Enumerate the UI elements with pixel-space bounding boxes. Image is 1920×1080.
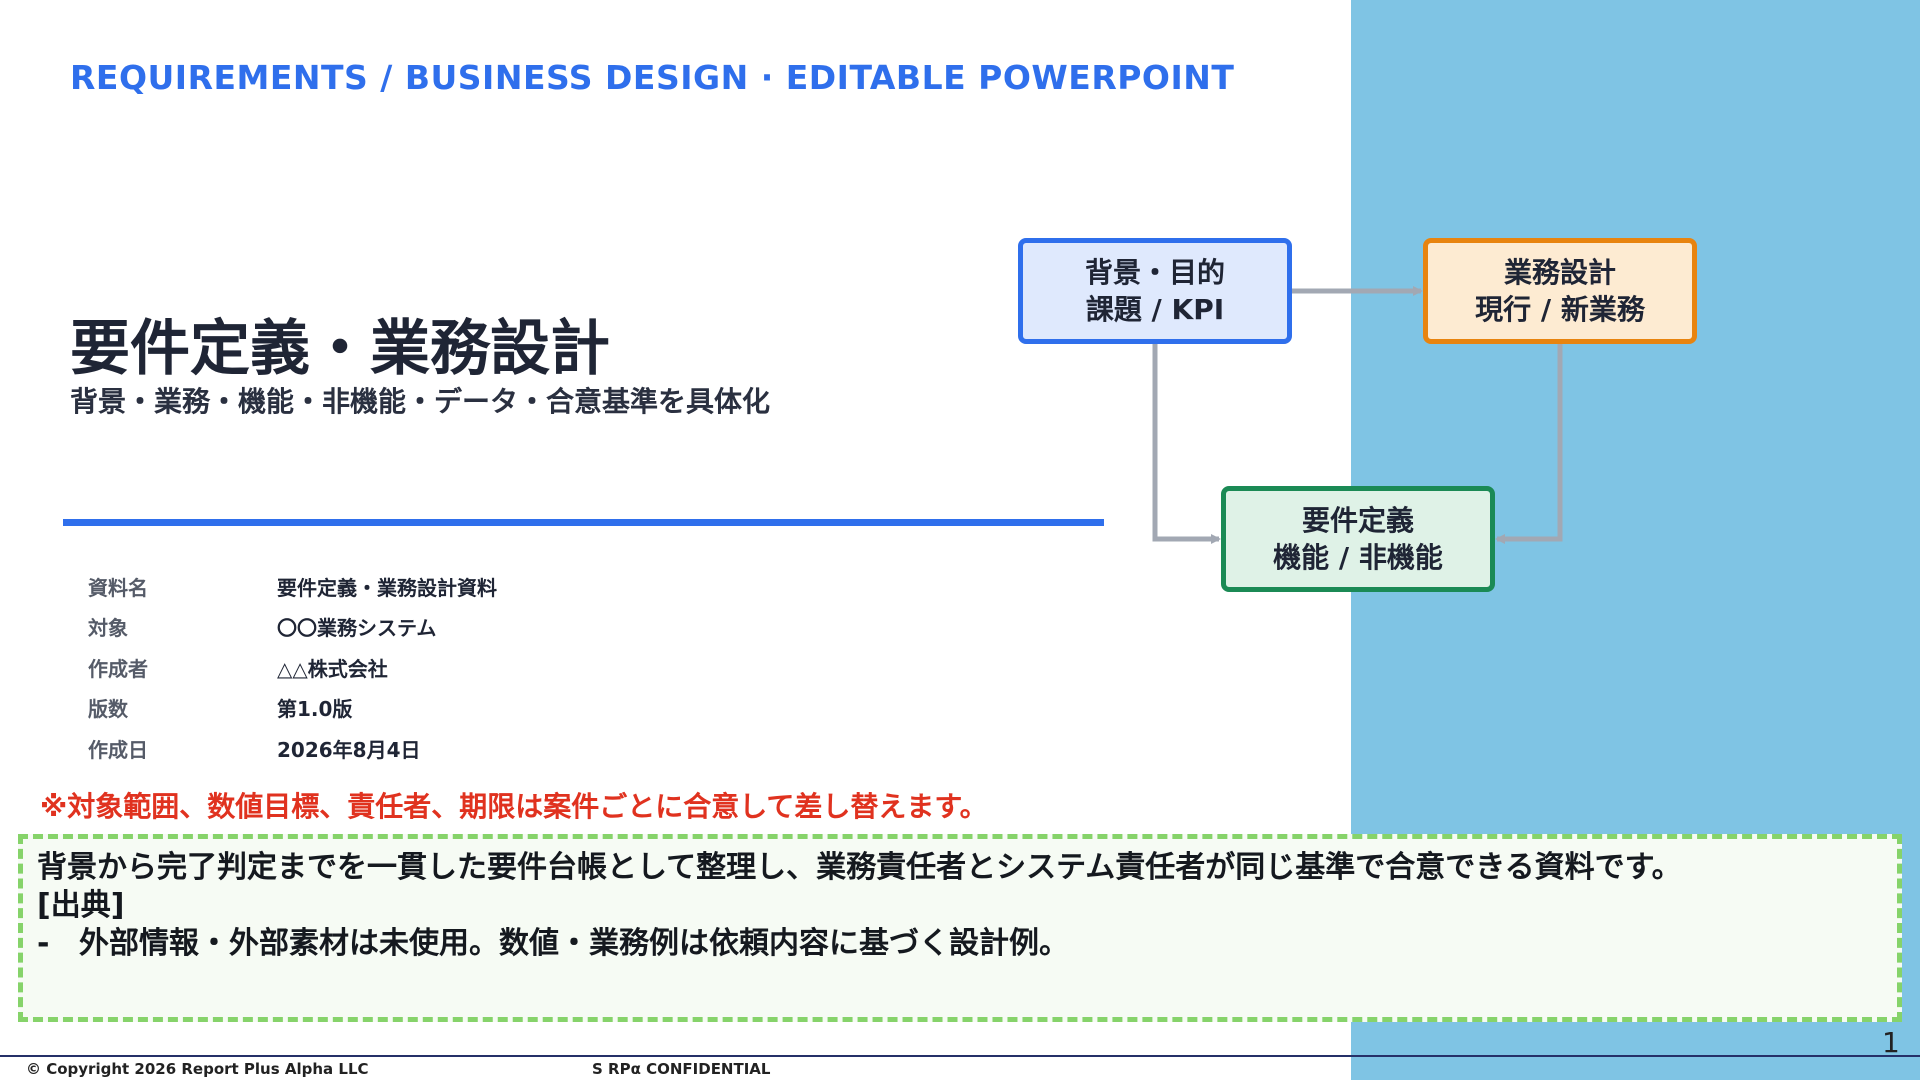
- title-divider: [63, 519, 1104, 526]
- source-item-text: 外部情報・外部素材は未使用。数値・業務例は依頼内容に基づく設計例。: [79, 926, 1069, 961]
- node-business-design: 業務設計 現行 / 新業務: [1423, 238, 1697, 344]
- node-line: 業務設計: [1503, 256, 1616, 289]
- meta-label: 作成日: [88, 737, 148, 762]
- page-number: 1: [1882, 1026, 1900, 1059]
- document-meta: 資料名 要件定義・業務設計資料 対象 〇〇業務システム 作成者 △△株式会社 版…: [88, 566, 497, 769]
- node-line: 課題 / KPI: [1085, 293, 1225, 326]
- connector-background-to-requirements: [1152, 344, 1221, 544]
- meta-row-target: 対象 〇〇業務システム: [88, 607, 497, 648]
- meta-value: 要件定義・業務設計資料: [277, 575, 497, 600]
- source-item: - 外部情報・外部素材は未使用。数値・業務例は依頼内容に基づく設計例。: [37, 925, 1883, 963]
- node-line: 現行 / 新業務: [1475, 293, 1645, 326]
- eyebrow-label: REQUIREMENTS / BUSINESS DESIGN · EDITABL…: [70, 58, 1235, 97]
- page-subtitle: 背景・業務・機能・非機能・データ・合意基準を具体化: [70, 385, 771, 418]
- meta-value: △△株式会社: [277, 656, 388, 681]
- meta-row-date: 作成日 2026年8月4日: [88, 728, 497, 769]
- footer-copyright: © Copyright 2026 Report Plus Alpha LLC: [26, 1060, 369, 1078]
- meta-row-author: 作成者 △△株式会社: [88, 647, 497, 688]
- node-background-purpose: 背景・目的 課題 / KPI: [1018, 238, 1292, 344]
- meta-row-version: 版数 第1.0版: [88, 688, 497, 729]
- meta-row-document-name: 資料名 要件定義・業務設計資料: [88, 566, 497, 607]
- summary-box: 背景から完了判定までを一貫した要件台帳として整理し、業務責任者とシステム責任者が…: [18, 834, 1902, 1022]
- source-heading: [出典]: [37, 888, 125, 923]
- node-line: 機能 / 非機能: [1273, 541, 1443, 574]
- meta-label: 作成者: [88, 656, 148, 681]
- meta-value: 第1.0版: [277, 697, 353, 722]
- page-title: 要件定義・業務設計: [70, 314, 610, 384]
- meta-label: 対象: [88, 616, 128, 641]
- meta-value: 2026年8月4日: [277, 737, 421, 762]
- scope-note: ※対象範囲、数値目標、責任者、期限は案件ごとに合意して差し替えます。: [40, 790, 988, 823]
- source-dash: -: [37, 926, 50, 961]
- node-requirements: 要件定義 機能 / 非機能: [1221, 486, 1495, 592]
- footer-divider: [0, 1055, 1920, 1057]
- meta-label: 版数: [88, 697, 128, 722]
- node-line: 要件定義: [1301, 504, 1414, 537]
- meta-label: 資料名: [88, 575, 148, 600]
- summary-text: 背景から完了判定までを一貫した要件台帳として整理し、業務責任者とシステム責任者が…: [37, 850, 1682, 885]
- node-line: 背景・目的: [1084, 256, 1225, 289]
- footer-confidential: S RPα CONFIDENTIAL: [592, 1060, 771, 1078]
- meta-value: 〇〇業務システム: [277, 616, 437, 641]
